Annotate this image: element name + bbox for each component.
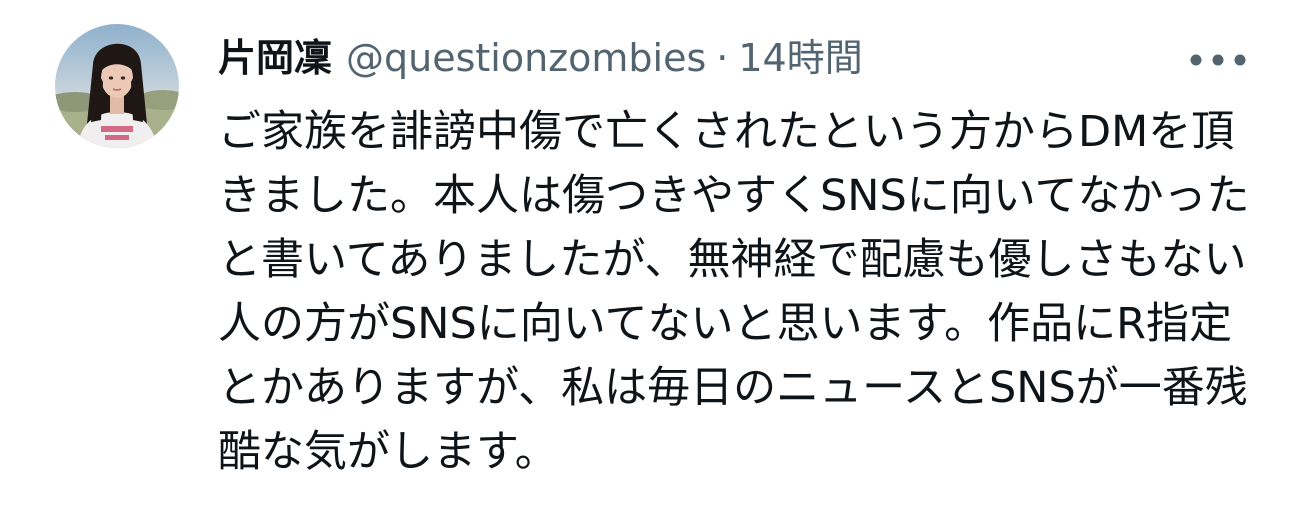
timestamp[interactable]: 14時間 bbox=[738, 30, 862, 86]
avatar[interactable] bbox=[55, 24, 179, 148]
tweet-header: 片岡凜 @questionzombies · 14時間 bbox=[218, 30, 863, 86]
tweet: 片岡凜 @questionzombies · 14時間 ご家族を誹謗中傷で亡くさ… bbox=[0, 0, 1300, 515]
profile-photo bbox=[55, 24, 179, 148]
display-name[interactable]: 片岡凜 bbox=[218, 30, 332, 86]
more-horizontal-icon bbox=[1190, 54, 1246, 66]
user-handle[interactable]: @questionzombies bbox=[346, 30, 706, 86]
separator-dot: · bbox=[716, 36, 729, 80]
tweet-text: ご家族を誹謗中傷で亡くされたという方からDMを頂きました。本人は傷つきやすくSN… bbox=[218, 107, 1250, 477]
more-button[interactable] bbox=[1186, 40, 1250, 80]
